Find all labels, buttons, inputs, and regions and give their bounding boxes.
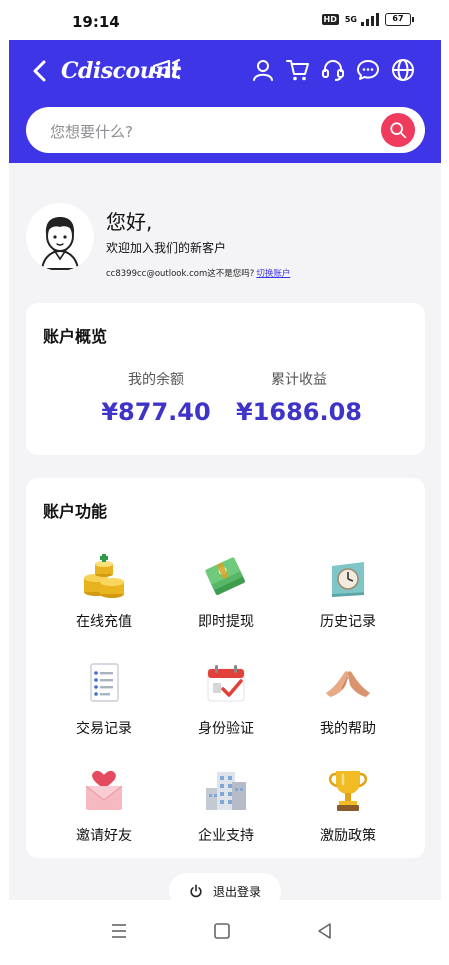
logout-button[interactable]: 退出登录 — [169, 873, 281, 900]
function-business[interactable]: 企业支持 — [166, 754, 286, 854]
building-icon — [206, 772, 246, 810]
function-recharge[interactable]: 在线充值 — [44, 540, 164, 640]
greeting-text: 您好, — [106, 210, 153, 234]
heart-envelope-icon — [85, 770, 123, 810]
menu-icon[interactable] — [109, 921, 129, 941]
header: Cdiscount 您想要什么? — [9, 40, 441, 163]
function-help[interactable]: 我的帮助 — [288, 647, 408, 747]
cash-icon — [205, 557, 245, 595]
function-transactions[interactable]: 交易记录 — [44, 647, 164, 747]
search-placeholder[interactable]: 您想要什么? — [50, 121, 133, 142]
function-label: 交易记录 — [76, 721, 132, 737]
header-actions — [251, 58, 415, 82]
function-label: 在线充值 — [76, 614, 132, 630]
account-email: cc8399cc@outlook.com这不是您吗? — [106, 269, 255, 279]
function-withdraw[interactable]: 即时提现 — [166, 540, 286, 640]
functions-title: 账户功能 — [43, 502, 108, 521]
status-bar: 19:14 HD 5G 67 — [0, 0, 449, 40]
hd-badge: HD — [321, 14, 339, 25]
function-history[interactable]: 历史记录 — [288, 540, 408, 640]
function-incentives[interactable]: 激励政策 — [288, 754, 408, 854]
megaphone-icon — [152, 58, 182, 80]
account-overview-card: 账户概览 我的余额 ¥877.40 累计收益 ¥1686.08 — [26, 303, 425, 455]
coins-icon — [84, 554, 124, 598]
home-square-icon[interactable] — [212, 921, 232, 941]
function-label: 身份验证 — [198, 721, 254, 737]
search-bar[interactable]: 您想要什么? — [26, 107, 425, 153]
earnings-stat[interactable]: 累计收益 ¥1686.08 — [229, 369, 369, 426]
logout-label: 退出登录 — [212, 884, 261, 899]
back-icon[interactable] — [29, 58, 51, 84]
app-screen: Cdiscount 您想要什么? 您好, 欢迎加入我们的新客户 cc8399cc… — [9, 40, 441, 900]
function-label: 企业支持 — [198, 828, 254, 844]
status-indicators: HD 5G 67 — [321, 13, 414, 26]
function-verification[interactable]: 身份验证 — [166, 647, 286, 747]
overview-title: 账户概览 — [43, 327, 108, 346]
earnings-value: ¥1686.08 — [235, 398, 362, 426]
power-icon — [190, 884, 202, 898]
search-button[interactable] — [381, 113, 415, 147]
function-invite[interactable]: 邀请好友 — [44, 754, 164, 854]
earnings-label: 累计收益 — [271, 372, 327, 388]
trophy-icon — [328, 771, 368, 811]
function-label: 激励政策 — [320, 828, 376, 844]
balance-value: ¥877.40 — [101, 398, 211, 426]
clock-book-icon — [332, 562, 364, 597]
hands-icon — [326, 671, 370, 697]
network-label: 5G — [344, 15, 357, 24]
function-label: 即时提现 — [198, 614, 254, 630]
account-email-line: cc8399cc@outlook.com这不是您吗? 切换账户 — [106, 267, 290, 279]
function-label: 邀请好友 — [76, 828, 132, 844]
globe-icon[interactable] — [391, 58, 415, 82]
status-time: 19:14 — [72, 13, 120, 31]
calendar-check-icon — [207, 665, 245, 702]
signal-icon — [361, 13, 379, 26]
chat-icon[interactable] — [356, 58, 380, 82]
welcome-text: 欢迎加入我们的新客户 — [106, 241, 227, 255]
account-functions-card: 账户功能 在线充值 即时提现 历史记录 交易记录 身份验证 我的帮助 邀请好友 … — [26, 478, 425, 858]
function-label: 历史记录 — [320, 614, 376, 630]
back-triangle-icon[interactable] — [315, 921, 335, 941]
user-icon[interactable] — [251, 58, 275, 82]
switch-account-link[interactable]: 切换账户 — [256, 269, 290, 279]
search-icon — [390, 122, 407, 139]
avatar — [26, 203, 94, 271]
balance-label: 我的余额 — [128, 372, 184, 388]
function-label: 我的帮助 — [320, 721, 376, 737]
headset-icon[interactable] — [321, 58, 345, 82]
document-list-icon — [90, 663, 119, 702]
battery-icon: 67 — [385, 13, 414, 26]
system-navbar — [0, 903, 449, 965]
balance-stat[interactable]: 我的余额 ¥877.40 — [86, 369, 226, 426]
cart-icon[interactable] — [286, 58, 310, 82]
